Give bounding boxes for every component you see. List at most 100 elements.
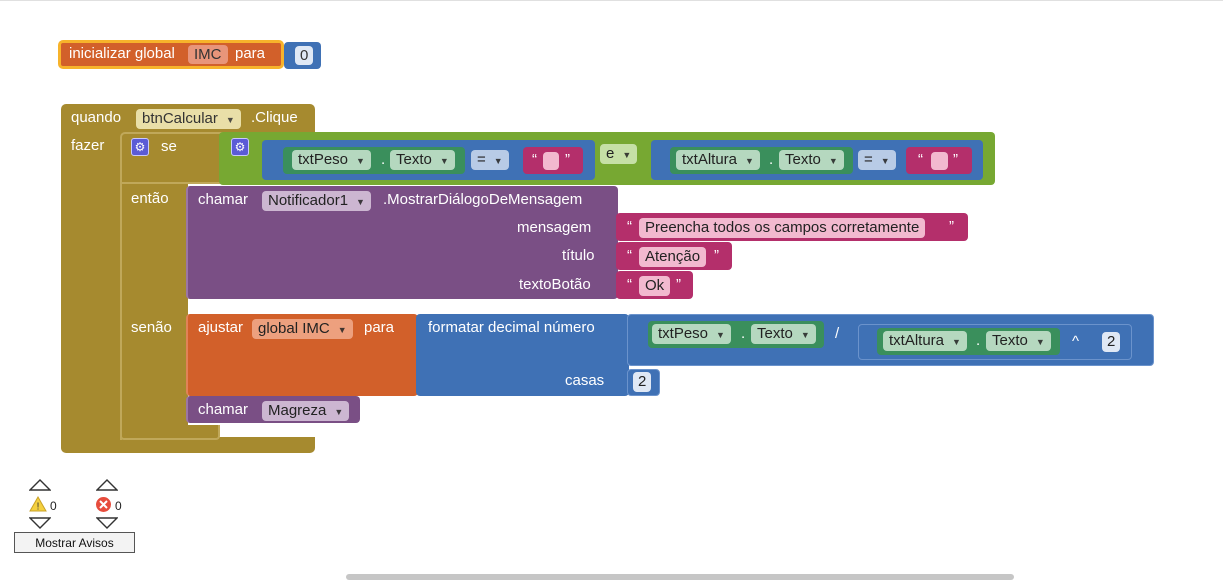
power-operator: ^	[1072, 333, 1080, 350]
cond-right-dot: .	[769, 151, 774, 168]
num-component-value: txtPeso	[658, 325, 709, 342]
text-left-close-quote: ”	[565, 151, 570, 168]
dropdown-arrow-icon: ▼	[745, 156, 754, 166]
dropdown-arrow-icon: ▼	[1035, 337, 1045, 347]
places-number-field[interactable]: 2	[633, 372, 652, 392]
svg-text:!: !	[37, 502, 40, 513]
dropdown-arrow-icon: ▼	[225, 115, 235, 125]
text-left-open-quote: “	[532, 151, 537, 168]
set-to-label: para	[364, 319, 395, 336]
error-circle-icon	[96, 497, 111, 512]
cond-left-dot: .	[381, 151, 386, 168]
dropdown-arrow-icon: ▼	[880, 156, 890, 166]
dropdown-arrow-icon: ▼	[716, 330, 725, 340]
cond-right-op-value: =	[864, 151, 873, 168]
event-name-label: .Clique	[251, 109, 298, 126]
magreza-call-label: chamar	[198, 401, 249, 418]
param-titulo-label: título	[562, 247, 595, 264]
dropdown-arrow-icon: ▼	[622, 150, 632, 160]
dropdown-arrow-icon: ▼	[356, 156, 365, 166]
den-dot: .	[976, 332, 981, 349]
title-open-quote: “	[627, 247, 632, 264]
division-operator: /	[835, 325, 840, 342]
den-component-value: txtAltura	[889, 332, 945, 349]
dropdown-arrow-icon: ▼	[828, 156, 838, 166]
dropdown-arrow-icon: ▼	[800, 330, 810, 340]
show-warnings-button[interactable]: Mostrar Avisos	[14, 532, 135, 553]
cond-left-op-value: =	[477, 151, 486, 168]
cond-right-component-dropdown[interactable]: txtAltura ▼	[676, 150, 760, 170]
dropdown-arrow-icon: ▼	[334, 407, 344, 417]
notifier-call-label: chamar	[198, 191, 249, 208]
power-number-field[interactable]: 2	[1102, 332, 1121, 352]
text-right-close-quote: ”	[953, 151, 958, 168]
cond-left-property-value: Texto	[396, 151, 432, 168]
if-block-footer	[120, 425, 220, 440]
cond-right-property-dropdown[interactable]: Texto ▼	[779, 150, 844, 170]
cond-left-op-dropdown[interactable]: = ▼	[471, 150, 509, 170]
error-count: 0	[115, 499, 122, 513]
places-label: casas	[565, 372, 605, 389]
event-when-label: quando	[71, 109, 122, 126]
init-global-label: inicializar global	[69, 45, 175, 62]
text-right-field[interactable]	[931, 152, 948, 170]
message-open-quote: “	[627, 218, 632, 235]
magreza-procedure-dropdown[interactable]: Magreza ▼	[262, 401, 350, 421]
cond-left-component-value: txtPeso	[298, 151, 349, 168]
horizontal-scrollbar[interactable]	[346, 574, 1014, 580]
num-component-dropdown[interactable]: txtPeso ▼	[652, 324, 731, 344]
notifier-method-label: .MostrarDiálogoDeMensagem	[383, 191, 583, 208]
param-mensagem-label: mensagem	[517, 219, 592, 236]
den-property-value: Texto	[992, 332, 1028, 349]
format-decimal-label: formatar decimal número	[428, 319, 595, 336]
dropdown-arrow-icon: ▼	[439, 156, 449, 166]
button-open-quote: “	[627, 276, 632, 293]
else-label: senão	[131, 319, 172, 336]
title-close-quote: ”	[714, 247, 719, 264]
message-text-field[interactable]: Preencha todos os campos corretamente	[639, 218, 926, 238]
title-text-field[interactable]: Atenção	[639, 247, 707, 267]
and-op-value: e	[606, 145, 615, 162]
warnings-up-arrow-icon[interactable]	[29, 479, 51, 491]
num-property-value: Texto	[757, 325, 793, 342]
cond-right-property-value: Texto	[785, 151, 821, 168]
message-close-quote: ”	[949, 218, 954, 235]
button-close-quote: ”	[676, 276, 681, 293]
dropdown-arrow-icon: ▼	[493, 156, 503, 166]
cond-right-component-value: txtAltura	[682, 151, 738, 168]
cond-right-op-dropdown[interactable]: = ▼	[858, 150, 896, 170]
notifier-component-value: Notificador1	[268, 192, 349, 209]
errors-down-arrow-icon[interactable]	[96, 517, 118, 529]
and-mutator-gear-icon[interactable]: ⚙	[231, 138, 249, 156]
set-var-value: global IMC	[258, 320, 330, 337]
den-component-dropdown[interactable]: txtAltura ▼	[883, 331, 967, 351]
den-property-dropdown[interactable]: Texto ▼	[986, 331, 1051, 351]
cond-left-property-dropdown[interactable]: Texto ▼	[390, 150, 455, 170]
event-component-dropdown[interactable]: btnCalcular ▼	[136, 109, 241, 129]
if-mutator-gear-icon[interactable]: ⚙	[131, 138, 149, 156]
top-divider	[0, 0, 1223, 1]
warnings-down-arrow-icon[interactable]	[29, 517, 51, 529]
then-label: então	[131, 190, 169, 207]
set-label: ajustar	[198, 319, 244, 336]
if-block-spine	[120, 184, 188, 440]
init-para-label: para	[235, 45, 266, 62]
if-label: se	[161, 138, 177, 155]
text-left-field[interactable]	[543, 152, 559, 170]
num-property-dropdown[interactable]: Texto ▼	[751, 324, 816, 344]
button-text-field[interactable]: Ok	[639, 276, 671, 296]
init-var-name-field[interactable]: IMC	[188, 45, 228, 64]
dropdown-arrow-icon: ▼	[337, 325, 347, 335]
param-textobotao-label: textoBotão	[519, 276, 591, 293]
warning-count: 0	[50, 499, 57, 513]
event-do-label: fazer	[71, 137, 105, 154]
set-var-dropdown[interactable]: global IMC ▼	[252, 319, 353, 339]
cond-left-component-dropdown[interactable]: txtPeso ▼	[292, 150, 371, 170]
init-number-field[interactable]: 0	[295, 46, 314, 65]
and-op-dropdown[interactable]: e ▼	[600, 144, 638, 164]
warning-triangle-icon: !	[29, 496, 47, 512]
dropdown-arrow-icon: ▼	[952, 337, 961, 347]
errors-up-arrow-icon[interactable]	[96, 479, 118, 491]
num-dot: .	[741, 325, 746, 342]
notifier-component-dropdown[interactable]: Notificador1 ▼	[262, 191, 371, 211]
